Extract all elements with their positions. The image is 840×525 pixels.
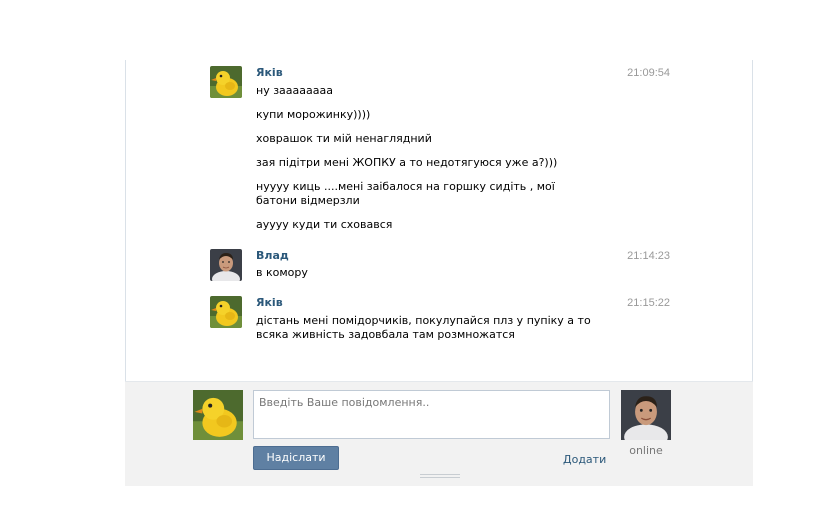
message-lines: ну заааааааа купи морожинку)))) ховрашок… — [256, 84, 596, 232]
resize-handle[interactable] — [420, 474, 460, 482]
message-time: 21:09:54 — [627, 67, 670, 79]
chick-avatar-icon[interactable] — [210, 66, 242, 98]
message-text: аyyyy куди ти сховався — [256, 218, 393, 231]
message-text: купи морожинку)))) — [256, 108, 371, 121]
resize-grip-line — [420, 477, 460, 478]
message-time: 21:14:23 — [627, 250, 670, 262]
chick-avatar-icon[interactable] — [193, 390, 243, 440]
message-author[interactable]: Яків — [256, 296, 283, 310]
message-group: Яків 21:15:22 дістань мені помідорчиків,… — [210, 296, 670, 344]
send-button[interactable]: Надіслати — [253, 446, 339, 470]
message-text: дістань мені помідорчиків, покулупайся п… — [256, 314, 591, 341]
message-text: ховрашок ти мій ненаглядний — [256, 132, 432, 145]
add-attachment-link[interactable]: Додати — [563, 453, 606, 466]
message-group: Яків 21:09:54 ну заааааааа купи морожинк… — [210, 66, 670, 241]
partner-status: online — [629, 444, 663, 457]
message-input[interactable] — [253, 390, 610, 439]
message-text: в комору — [256, 266, 308, 279]
message-lines: в комору — [256, 266, 596, 280]
message-author[interactable]: Влад — [256, 249, 289, 263]
message-time: 21:15:22 — [627, 297, 670, 309]
man-avatar-icon[interactable] — [621, 390, 671, 440]
message-author[interactable]: Яків — [256, 66, 283, 80]
message-text: ну заааааааа — [256, 84, 333, 97]
resize-grip-line — [420, 474, 460, 475]
message-lines: дістань мені помідорчиків, покулупайся п… — [256, 314, 596, 342]
message-text: нуууу киць ....мені заібалося на горшку … — [256, 180, 555, 207]
chat-page: Яків 21:09:54 ну заааааааа купи морожинк… — [0, 0, 840, 525]
message-text: зая підітри мені ЖОПКУ а то недотягуюся … — [256, 156, 558, 169]
man-avatar-icon[interactable] — [210, 249, 242, 281]
message-group: Влад 21:14:23 в комору — [210, 249, 670, 283]
chick-avatar-icon[interactable] — [210, 296, 242, 328]
